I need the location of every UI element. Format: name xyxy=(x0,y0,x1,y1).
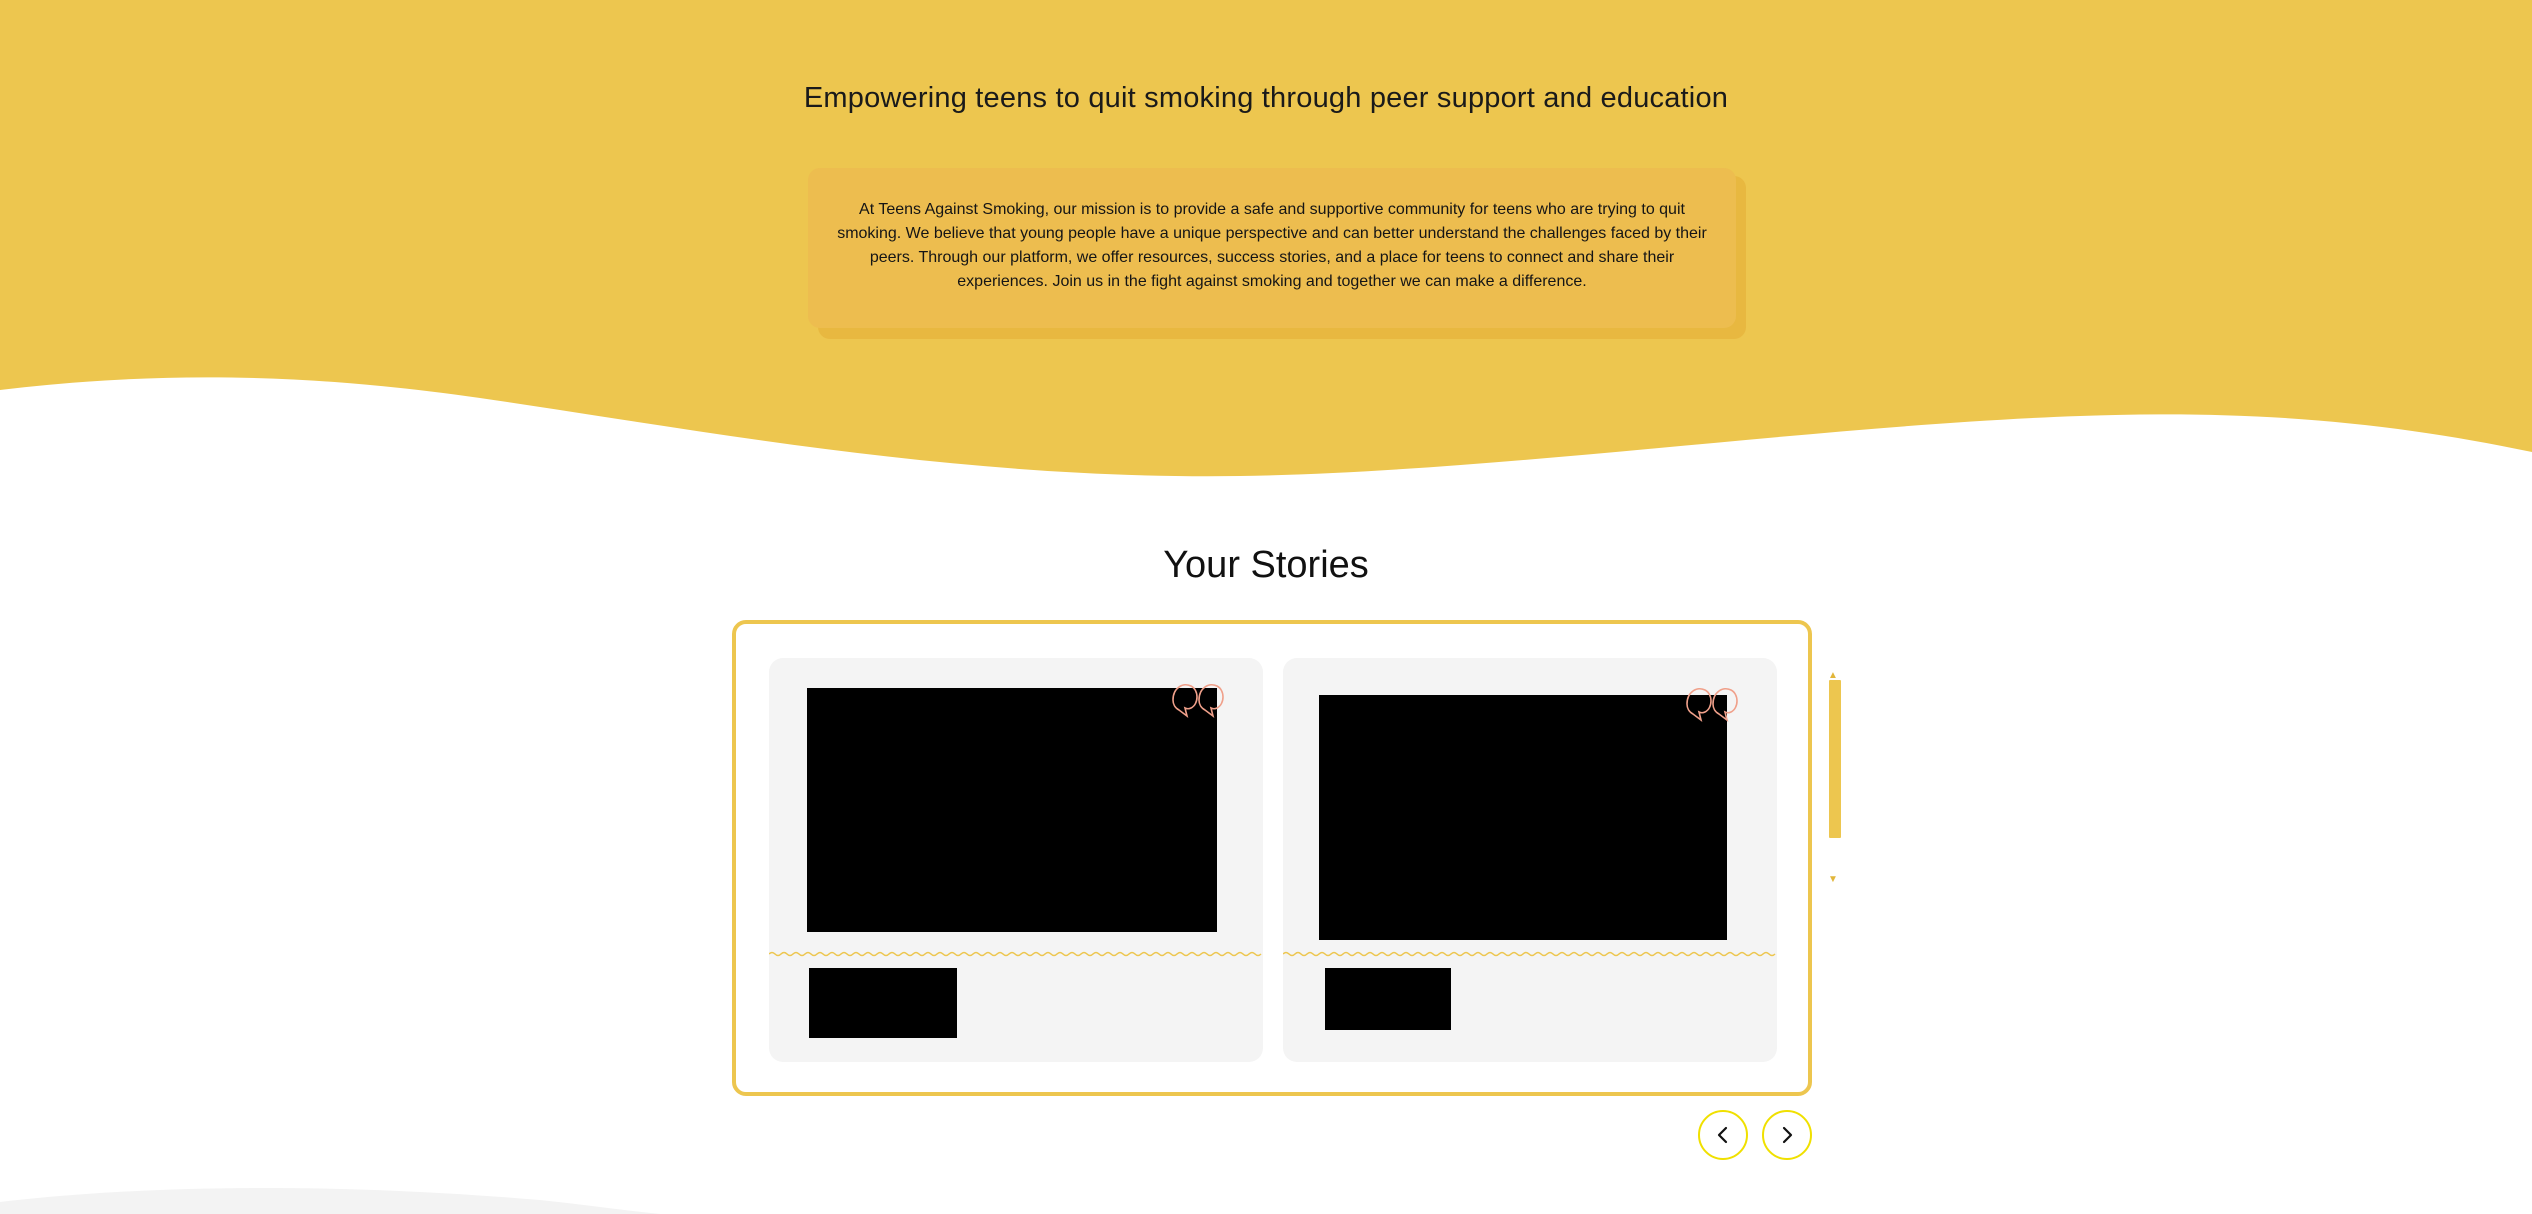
story-card[interactable] xyxy=(1283,658,1777,1062)
mission-text: At Teens Against Smoking, our mission is… xyxy=(808,168,1736,328)
carousel-next-button[interactable] xyxy=(1762,1110,1812,1160)
story-author-name xyxy=(1325,968,1451,1030)
chevron-left-icon xyxy=(1717,1126,1728,1144)
scrollbar-thumb[interactable] xyxy=(1829,680,1841,838)
card-divider xyxy=(769,951,1262,957)
story-author-name xyxy=(809,968,957,1038)
chevron-right-icon xyxy=(1782,1126,1793,1144)
stories-title: Your Stories xyxy=(1163,544,1369,586)
story-image xyxy=(1319,695,1727,940)
scroll-down-arrow-icon[interactable]: ▼ xyxy=(1828,874,1838,885)
footer-wave-edge xyxy=(0,1187,660,1214)
quote-icon xyxy=(1172,684,1224,718)
quote-icon xyxy=(1686,688,1738,722)
story-image xyxy=(807,688,1217,932)
carousel-prev-button[interactable] xyxy=(1698,1110,1748,1160)
stories-carousel[interactable]: ▲ ▼ xyxy=(732,620,1841,1096)
card-divider xyxy=(1283,951,1776,957)
story-card[interactable] xyxy=(769,658,1263,1062)
hero-headline: Empowering teens to quit smoking through… xyxy=(803,82,1729,114)
